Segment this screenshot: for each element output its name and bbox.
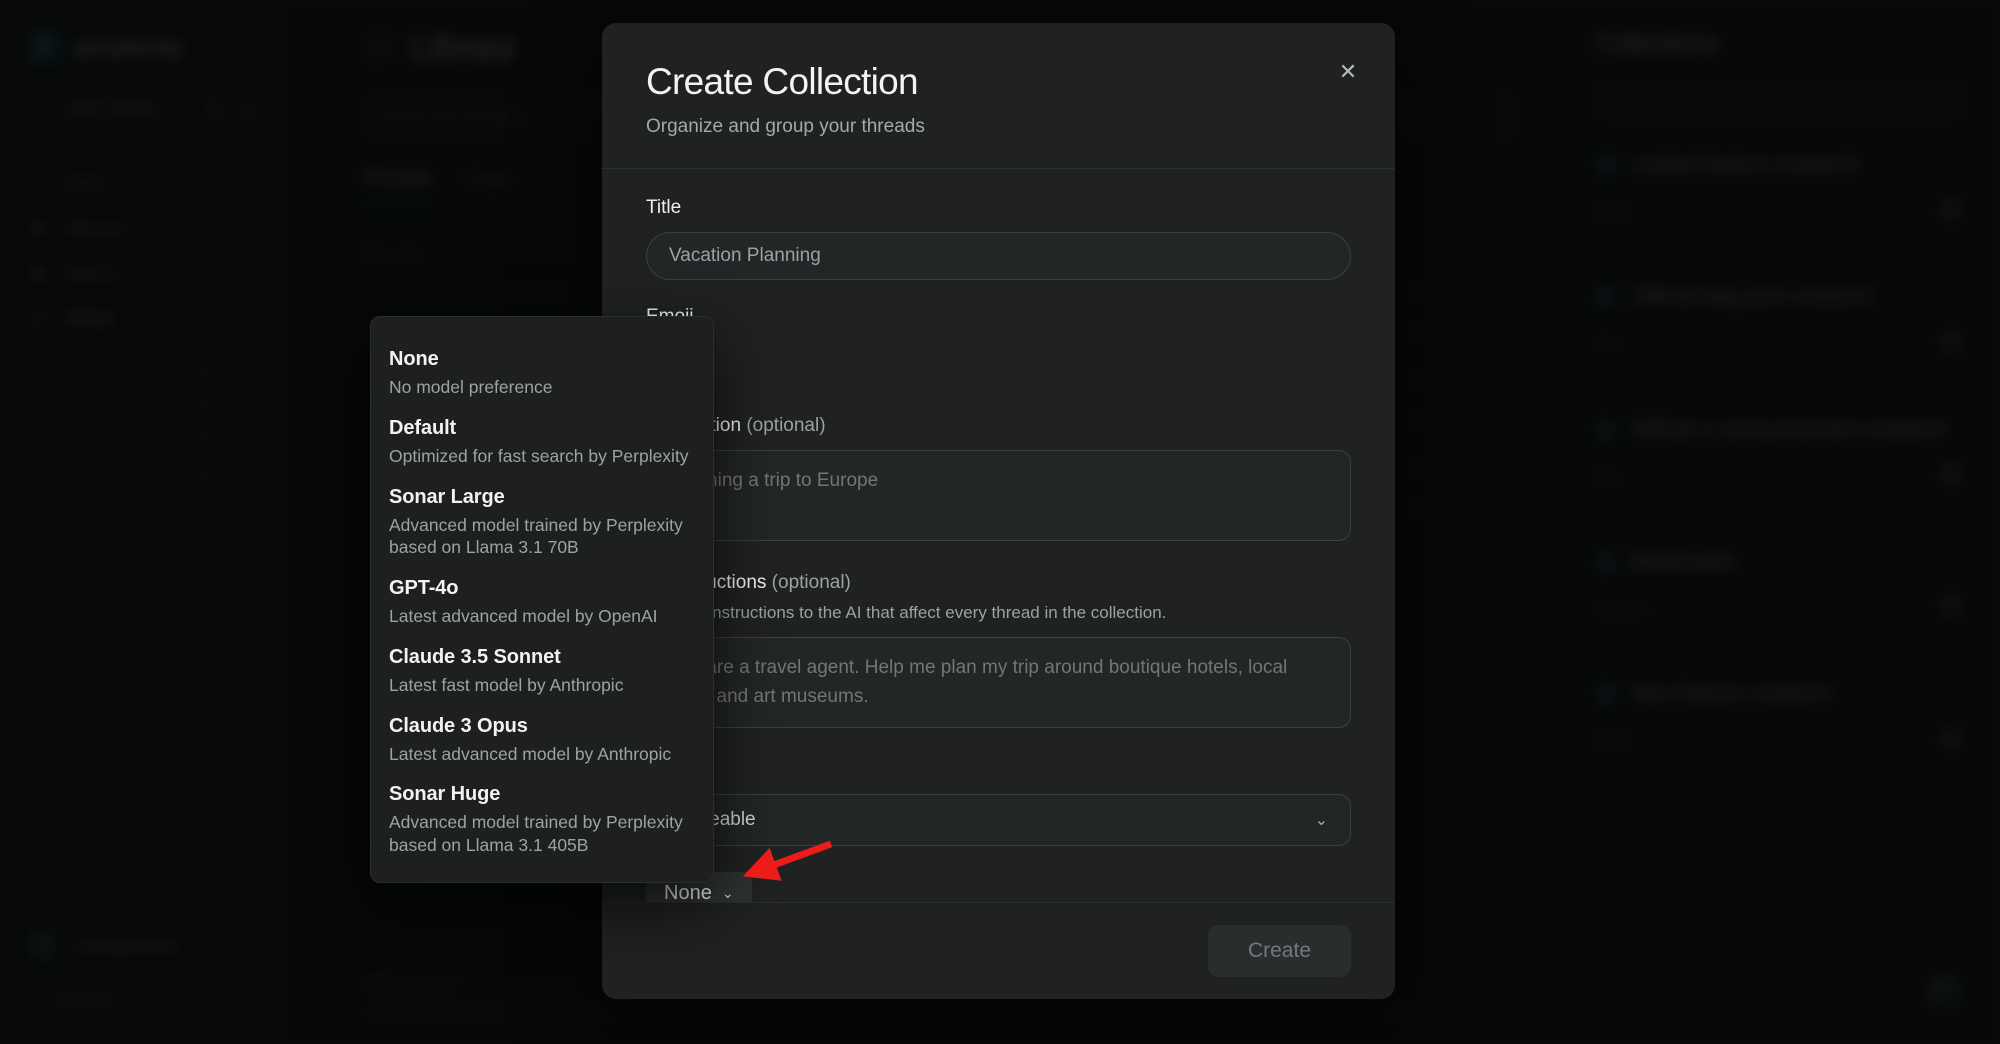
app-window: ✳ perplexity ⇤ ＋ New Thread ⌘ K ⌂ Home ◉… <box>0 0 2000 1044</box>
menu-item-description: No model preference <box>389 376 695 399</box>
title-field-label: Title <box>646 197 1351 219</box>
menu-item-claude-3-5-sonnet[interactable]: Claude 3.5 Sonnet Latest fast model by A… <box>371 637 713 706</box>
modal-subtitle: Organize and group your threads <box>646 116 1351 138</box>
menu-item-description: Advanced model trained by Perplexity bas… <box>389 514 695 560</box>
menu-item-name: Sonar Huge <box>389 783 695 806</box>
modal-header: Create Collection Organize and group you… <box>602 23 1395 169</box>
model-selector-value: None <box>664 882 712 903</box>
emoji-field-label: Emoji <box>646 306 1351 328</box>
description-field-group: Description (optional) <box>646 415 1351 546</box>
title-field-group: Title <box>646 197 1351 280</box>
menu-item-name: Default <box>389 417 695 440</box>
menu-item-sonar-huge[interactable]: Sonar Huge Advanced model trained by Per… <box>371 774 713 866</box>
ai-instructions-field-label: AI Instructions (optional) <box>646 572 1351 594</box>
menu-item-description: Latest advanced model by OpenAI <box>389 605 695 628</box>
ai-instructions-optional-suffix: (optional) <box>772 572 851 593</box>
modal-footer: Create <box>602 902 1395 999</box>
menu-item-name: Sonar Large <box>389 486 695 509</box>
access-field-group: Access Shareable ⌄ <box>646 759 1351 846</box>
create-collection-modal: Create Collection Organize and group you… <box>602 23 1395 999</box>
modal-body: Title Emoji ✈ Description (optional) AI … <box>602 169 1395 902</box>
menu-item-sonar-large[interactable]: Sonar Large Advanced model trained by Pe… <box>371 477 713 569</box>
menu-item-claude-3-opus[interactable]: Claude 3 Opus Latest advanced model by A… <box>371 706 713 775</box>
menu-item-name: None <box>389 348 695 371</box>
ai-instructions-field-group: AI Instructions (optional) Provide instr… <box>646 572 1351 733</box>
menu-item-gpt-4o[interactable]: GPT-4o Latest advanced model by OpenAI <box>371 568 713 637</box>
model-dropdown-menu: None No model preference Default Optimiz… <box>370 316 714 883</box>
model-selector-group: None ⌄ <box>646 872 1351 902</box>
menu-item-description: Advanced model trained by Perplexity bas… <box>389 811 695 857</box>
menu-item-description: Optimized for fast search by Perplexity <box>389 445 695 468</box>
ai-instructions-textarea[interactable] <box>646 637 1351 728</box>
chevron-down-icon: ⌄ <box>1315 810 1328 830</box>
menu-item-name: Claude 3 Opus <box>389 715 695 738</box>
ai-instructions-hint: Provide instructions to the AI that affe… <box>646 603 1351 623</box>
chevron-down-icon: ⌄ <box>722 885 734 902</box>
description-optional-suffix: (optional) <box>746 415 825 436</box>
close-icon[interactable]: ✕ <box>1333 57 1363 87</box>
menu-item-name: GPT-4o <box>389 577 695 600</box>
menu-item-description: Latest fast model by Anthropic <box>389 674 695 697</box>
menu-item-none[interactable]: None No model preference <box>371 339 713 408</box>
menu-item-description: Latest advanced model by Anthropic <box>389 743 695 766</box>
modal-title: Create Collection <box>646 61 1351 103</box>
menu-item-name: Claude 3.5 Sonnet <box>389 646 695 669</box>
create-button[interactable]: Create <box>1208 925 1351 977</box>
menu-item-default[interactable]: Default Optimized for fast search by Per… <box>371 408 713 477</box>
description-textarea[interactable] <box>646 450 1351 541</box>
emoji-field-group: Emoji ✈ <box>646 306 1351 389</box>
description-field-label: Description (optional) <box>646 415 1351 437</box>
title-input[interactable] <box>646 232 1351 280</box>
access-field-label: Access <box>646 759 1351 781</box>
access-select[interactable]: Shareable ⌄ <box>646 794 1351 846</box>
